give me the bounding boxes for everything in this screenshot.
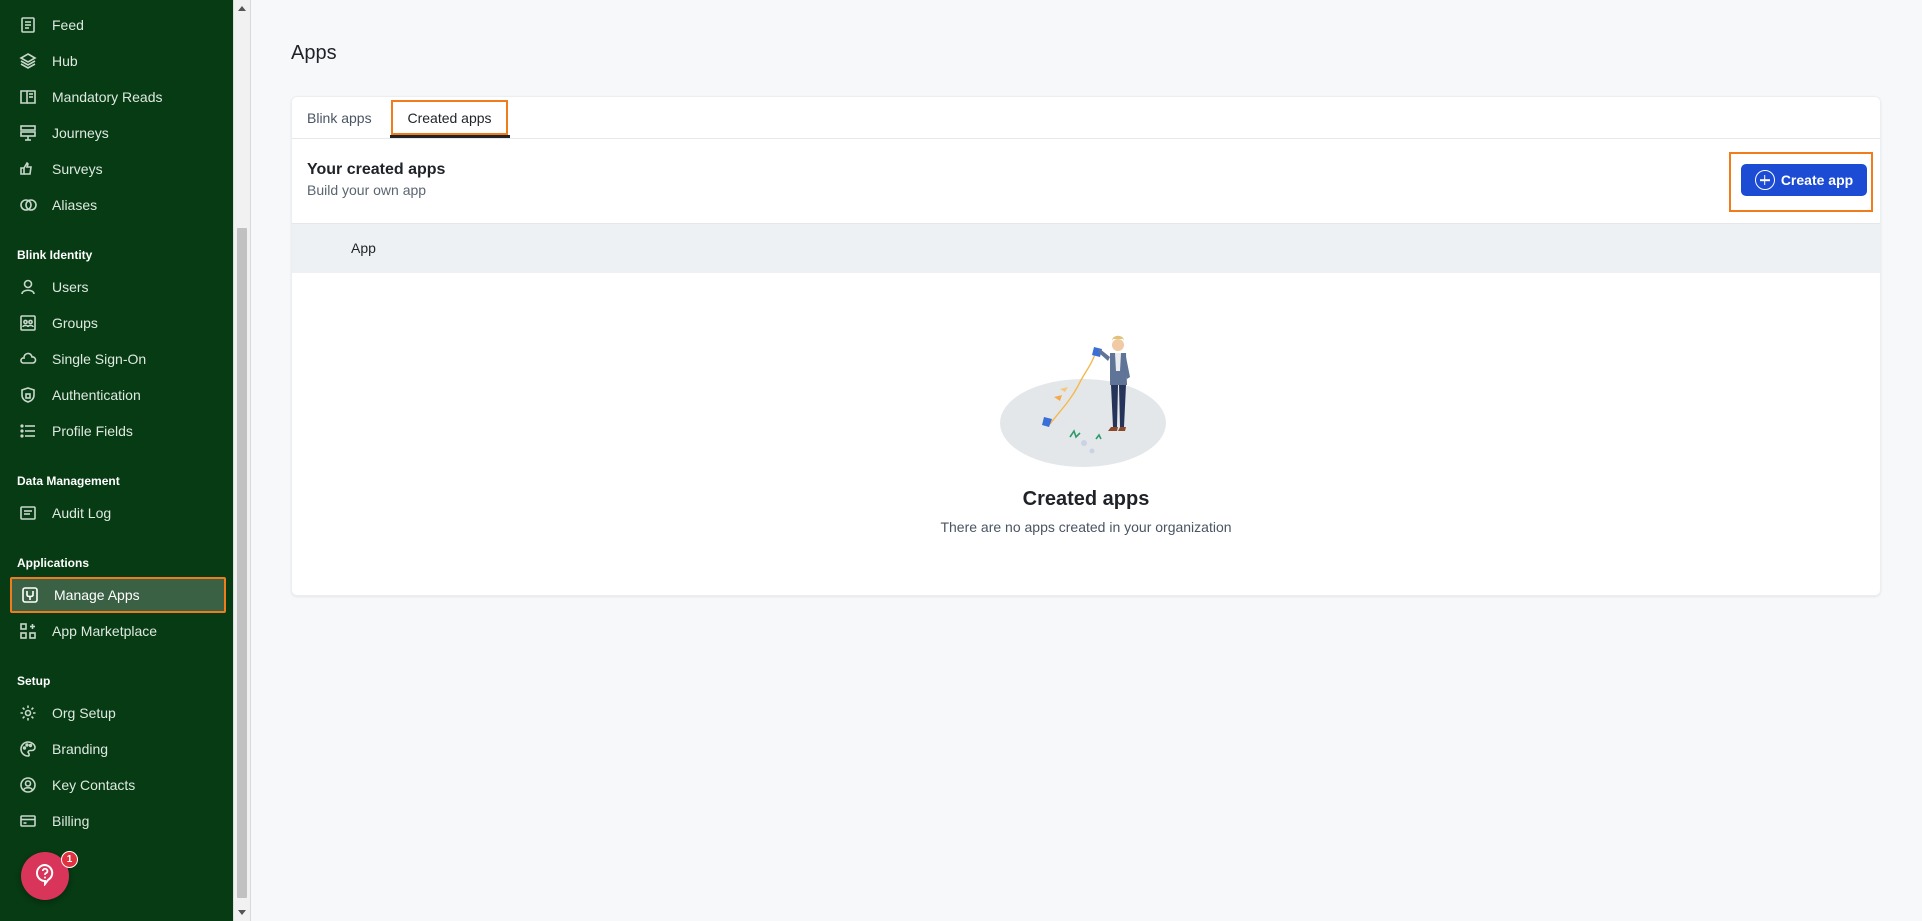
- sidebar-item-journeys[interactable]: Journeys: [10, 115, 226, 151]
- section-title-applications: Applications: [17, 556, 90, 570]
- cloud-key-icon: [18, 349, 38, 369]
- sidebar-item-sso[interactable]: Single Sign-On: [10, 341, 226, 377]
- scroll-down-arrow-icon[interactable]: [238, 910, 246, 915]
- sidebar-item-label: Groups: [52, 315, 98, 331]
- sidebar-item-profile-fields[interactable]: Profile Fields: [10, 413, 226, 449]
- section-title: Your created apps: [307, 161, 446, 178]
- palette-icon: [18, 739, 38, 759]
- thumbs-icon: [18, 159, 38, 179]
- sidebar-item-label: Hub: [52, 53, 78, 69]
- tab-bar: Blink apps Created apps: [292, 97, 1880, 139]
- list-icon: [18, 421, 38, 441]
- sidebar-item-label: Aliases: [52, 197, 98, 213]
- empty-state: Created apps There are no apps created i…: [292, 273, 1880, 593]
- sidebar-item-label: Authentication: [52, 387, 141, 403]
- manage-apps-icon: [20, 585, 40, 605]
- section-subtitle: Build your own app: [307, 182, 427, 198]
- sidebar-item-surveys[interactable]: Surveys: [10, 151, 226, 187]
- journey-icon: [18, 123, 38, 143]
- sidebar-item-aliases[interactable]: Aliases: [10, 187, 226, 223]
- sidebar-item-label: Manage Apps: [54, 587, 140, 603]
- section-title-data-management: Data Management: [17, 474, 120, 488]
- empty-state-illustration: [1000, 335, 1166, 467]
- sidebar-item-label: Key Contacts: [52, 777, 136, 793]
- user-icon: [18, 277, 38, 297]
- notification-badge: 1: [61, 851, 78, 868]
- sidebar-item-billing[interactable]: Billing: [10, 803, 226, 839]
- table-header: App: [292, 223, 1880, 273]
- create-app-button[interactable]: Create app: [1741, 164, 1867, 196]
- shield-icon: [18, 385, 38, 405]
- active-tab-indicator: [390, 135, 510, 138]
- page-title: Apps: [291, 42, 337, 64]
- sidebar-item-key-contacts[interactable]: Key Contacts: [10, 767, 226, 803]
- sidebar-item-label: Profile Fields: [52, 423, 133, 439]
- section-header: Your created apps Build your own app: [307, 161, 445, 198]
- book-icon: [18, 87, 38, 107]
- sidebar-item-users[interactable]: Users: [10, 269, 226, 305]
- divider: [250, 0, 251, 921]
- sidebar-item-label: Branding: [52, 741, 109, 757]
- sidebar-item-label: Org Setup: [52, 705, 116, 721]
- sidebar-item-feed[interactable]: Feed: [10, 7, 226, 43]
- sidebar-item-label: Surveys: [52, 161, 103, 177]
- sidebar-item-authentication[interactable]: Authentication: [10, 377, 226, 413]
- card-icon: [18, 811, 38, 831]
- sidebar-item-groups[interactable]: Groups: [10, 305, 226, 341]
- sidebar-item-branding[interactable]: Branding: [10, 731, 226, 767]
- sidebar-item-manage-apps[interactable]: Manage Apps: [10, 577, 226, 613]
- plus-circle-icon: [1754, 170, 1775, 190]
- sidebar-item-app-marketplace[interactable]: App Marketplace: [10, 613, 226, 649]
- sidebar-item-audit-log[interactable]: Audit Log: [10, 495, 226, 531]
- section-title-blink-identity: Blink Identity: [17, 248, 93, 262]
- empty-state-description: There are no apps created in your organi…: [940, 519, 1232, 535]
- scroll-thumb[interactable]: [237, 228, 247, 898]
- sidebar-item-label: Mandatory Reads: [52, 89, 163, 105]
- sidebar-item-org-setup[interactable]: Org Setup: [10, 695, 226, 731]
- alias-icon: [18, 195, 38, 215]
- sidebar-scrollbar[interactable]: [233, 0, 250, 921]
- contacts-icon: [18, 775, 38, 795]
- empty-state-title: Created apps: [1022, 488, 1150, 510]
- sidebar-item-mandatory-reads[interactable]: Mandatory Reads: [10, 79, 226, 115]
- sidebar-item-hub[interactable]: Hub: [10, 43, 226, 79]
- apps-card: Blink apps Created apps Your created app…: [291, 96, 1881, 596]
- feed-icon: [18, 15, 38, 35]
- sidebar-item-label: Billing: [52, 813, 90, 829]
- create-app-label: Create app: [1780, 172, 1854, 188]
- sidebar-item-label: Audit Log: [52, 505, 112, 521]
- sidebar: Feed Hub Mandatory Reads Journeys Survey…: [0, 0, 233, 921]
- layers-icon: [18, 51, 38, 71]
- marketplace-icon: [18, 621, 38, 641]
- sidebar-item-label: Single Sign-On: [52, 351, 147, 367]
- sidebar-item-label: Journeys: [52, 125, 109, 141]
- sidebar-item-label: Users: [52, 279, 89, 295]
- audit-icon: [18, 503, 38, 523]
- sidebar-item-label: App Marketplace: [52, 623, 158, 639]
- groups-icon: [18, 313, 38, 333]
- sidebar-item-label: Feed: [52, 17, 84, 33]
- gear-icon: [18, 703, 38, 723]
- tab-created-apps[interactable]: Created apps: [391, 100, 508, 135]
- tab-blink-apps[interactable]: Blink apps: [307, 97, 372, 138]
- help-icon: [33, 862, 57, 891]
- section-title-setup: Setup: [17, 674, 51, 688]
- column-header-app: App: [351, 240, 376, 256]
- scroll-up-arrow-icon[interactable]: [238, 6, 246, 11]
